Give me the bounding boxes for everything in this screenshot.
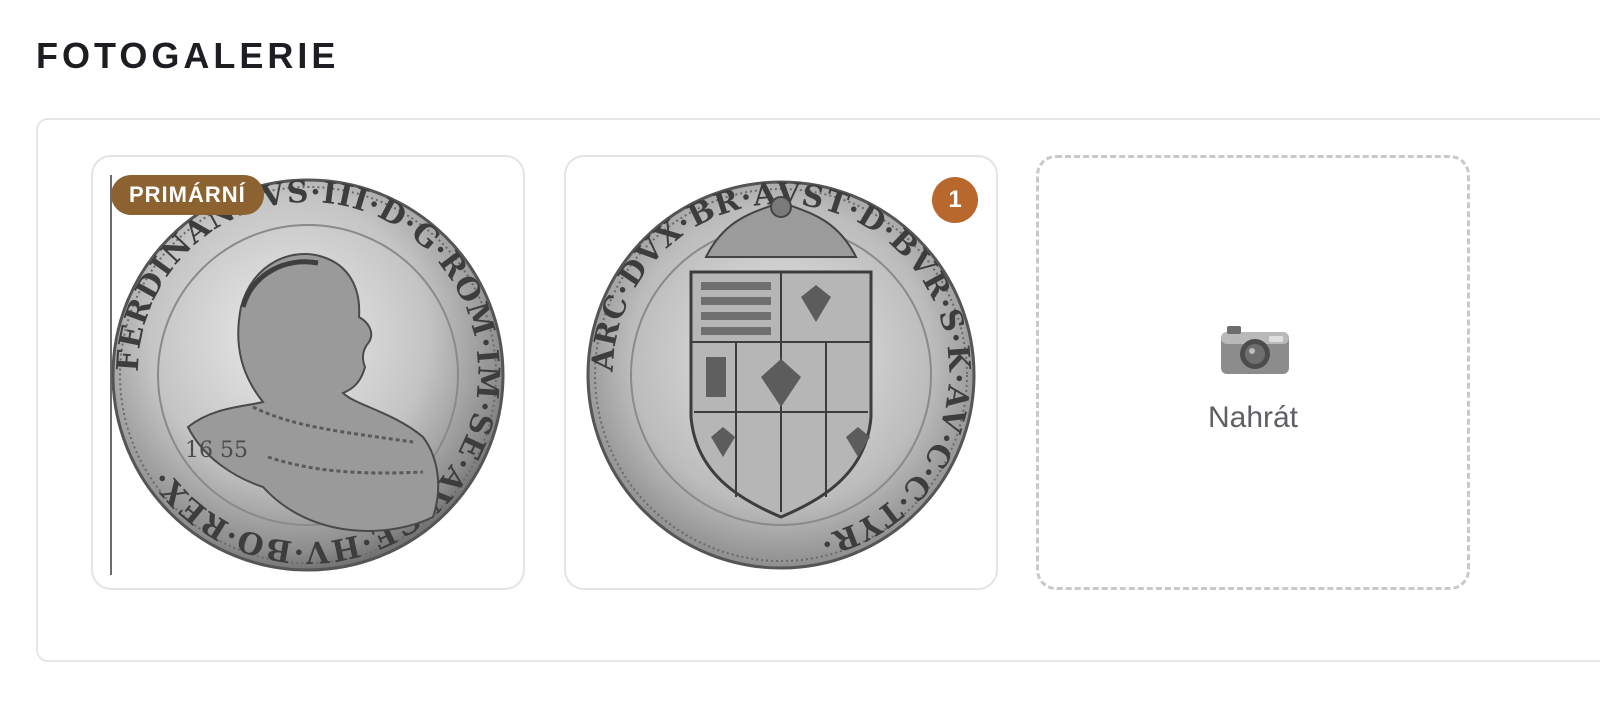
photo-tile-secondary[interactable]: ARC·DVX·BR·AVST·D·BVR·S·K·AV·C·C·TYR· 1 [564, 155, 998, 590]
photo-order-badge: 1 [932, 177, 978, 223]
upload-photo-button[interactable]: Nahrát [1036, 155, 1470, 590]
upload-label: Nahrát [1207, 401, 1299, 434]
coin-year: 16 55 [185, 438, 248, 463]
camera-icon [1221, 326, 1289, 374]
coin-obverse-image: FERDINANDVS·III·D·G·ROM·IM·SE·AV·GE·HV·B… [110, 175, 505, 575]
coin-reverse-image: ARC·DVX·BR·AVST·D·BVR·S·K·AV·C·C·TYR· [586, 177, 976, 570]
primary-badge: PRIMÁRNÍ [111, 175, 264, 215]
photo-gallery-page: FOTOGALERIE FERDINANDVS·III·D·G·ROM·IM·S… [0, 0, 1600, 712]
gallery-title: FOTOGALERIE [36, 35, 340, 76]
photo-tile-primary[interactable]: FERDINANDVS·III·D·G·ROM·IM·SE·AV·GE·HV·B… [91, 155, 525, 590]
